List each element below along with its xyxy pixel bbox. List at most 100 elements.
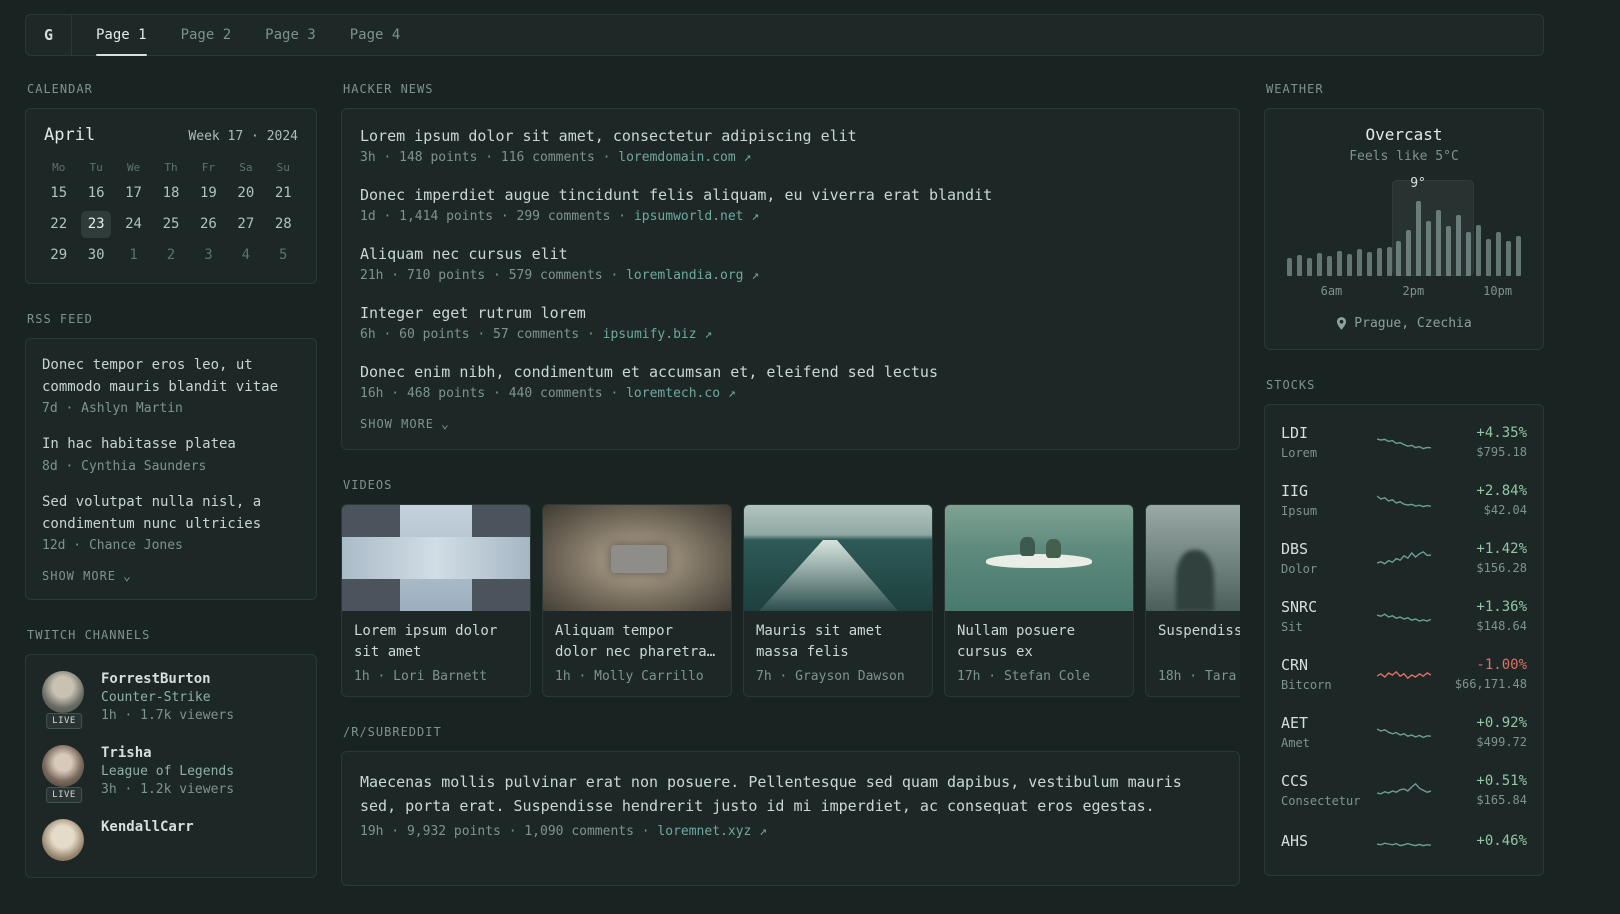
- weather-chart: 9°: [1287, 176, 1521, 276]
- video-thumbnail[interactable]: [945, 505, 1133, 611]
- reddit-post-title[interactable]: Maecenas mollis pulvinar erat non posuer…: [360, 770, 1221, 818]
- twitch-channel[interactable]: LIVE Trisha League of Legends 3h · 1.2k …: [42, 745, 300, 804]
- calendar-date: 28: [274, 216, 292, 232]
- top-bar: G Page 1 Page 2 Page 3 Page 4: [25, 14, 1544, 56]
- calendar-month: April: [44, 125, 96, 145]
- channel-name[interactable]: KendallCarr: [101, 819, 194, 835]
- video-meta: 7h · Grayson Dawson: [756, 669, 905, 684]
- calendar-week-label: Week 17 · 2024: [188, 129, 298, 144]
- video-thumbnail[interactable]: [744, 505, 932, 611]
- stock-symbol: CRN: [1281, 656, 1309, 674]
- stock-values: +0.92% $499.72: [1439, 715, 1527, 749]
- stock-change: -1.00%: [1476, 657, 1527, 673]
- stock-name: Bitcorn: [1281, 678, 1332, 692]
- stock-row[interactable]: DBS Dolor +1.42% $156.28: [1281, 529, 1527, 587]
- channel-name[interactable]: ForrestBurton: [101, 671, 234, 687]
- video-title[interactable]: Nullam posuere cursus ex: [945, 611, 1133, 663]
- hn-item-title[interactable]: Donec imperdiet augue tincidunt felis al…: [360, 186, 1221, 204]
- stock-change: +0.46%: [1476, 833, 1527, 849]
- stock-row[interactable]: IIG Ipsum +2.84% $42.04: [1281, 471, 1527, 529]
- channel-game[interactable]: Counter-Strike: [101, 690, 234, 705]
- stock-sparkline: [1377, 719, 1431, 745]
- rss-card: Donec tempor eros leo, ut commodo mauris…: [25, 338, 317, 601]
- tab-page-3[interactable]: Page 3: [265, 15, 316, 55]
- hn-item-title[interactable]: Lorem ipsum dolor sit amet, consectetur …: [360, 127, 1221, 145]
- video-card[interactable]: Nullam posuere cursus ex 17h · Stefan Co…: [944, 504, 1134, 697]
- video-thumbnail[interactable]: [543, 505, 731, 611]
- hn-item: Aliquam nec cursus elit 21h · 710 points…: [360, 245, 1221, 283]
- calendar-date: 29: [50, 247, 68, 263]
- weather-bar: [1287, 257, 1292, 276]
- twitch-channel[interactable]: LIVE ForrestBurton Counter-Strike 1h · 1…: [42, 671, 300, 730]
- stock-row[interactable]: CRN Bitcorn -1.00% $66,171.48: [1281, 645, 1527, 703]
- stock-name: Consectetur: [1281, 794, 1361, 808]
- stock-name: Dolor: [1281, 562, 1318, 576]
- rss-item-title[interactable]: Donec tempor eros leo, ut commodo mauris…: [42, 355, 300, 398]
- hn-domain-link[interactable]: loremtech.co: [626, 386, 720, 401]
- main-column: HACKER NEWS Lorem ipsum dolor sit amet, …: [341, 82, 1240, 914]
- external-link-icon: ↗: [727, 386, 736, 401]
- twitch-channel[interactable]: KendallCarr: [42, 819, 300, 862]
- calendar-header: April Week 17 · 2024: [40, 125, 302, 145]
- hn-domain-link[interactable]: ipsumify.biz: [603, 327, 697, 342]
- video-title[interactable]: Lorem ipsum dolor sit amet consectetu…: [342, 611, 530, 663]
- hn-domain-link[interactable]: loremlandia.org: [626, 268, 743, 283]
- video-title[interactable]: Mauris sit amet massa felis: [744, 611, 932, 663]
- stock-info: LDI Lorem: [1281, 424, 1369, 460]
- hn-item-meta: 3h · 148 points · 116 comments · loremdo…: [360, 150, 1221, 165]
- hn-show-more-button[interactable]: SHOW MORE ⌄: [360, 417, 450, 431]
- video-row: Lorem ipsum dolor sit amet consectetu… 1…: [341, 504, 1240, 697]
- stock-row[interactable]: LDI Lorem +4.35% $795.18: [1281, 413, 1527, 471]
- weather-section-title: WEATHER: [1266, 82, 1324, 96]
- stock-change: +2.84%: [1476, 483, 1527, 499]
- reddit-domain-link[interactable]: loremnet.xyz: [657, 824, 751, 839]
- stock-row[interactable]: AET Amet +0.92% $499.72: [1281, 703, 1527, 761]
- hn-domain-link[interactable]: ipsumworld.net: [634, 209, 744, 224]
- weekday-label: Fr: [201, 161, 216, 174]
- stock-info: SNRC Sit: [1281, 598, 1369, 634]
- stock-name: Ipsum: [1281, 504, 1318, 518]
- hn-item-title[interactable]: Integer eget rutrum lorem: [360, 304, 1221, 322]
- video-card[interactable]: Aliquam tempor dolor nec pharetra… 1h · …: [542, 504, 732, 697]
- channel-info: ForrestBurton Counter-Strike 1h · 1.7k v…: [101, 671, 234, 723]
- stock-values: +1.42% $156.28: [1439, 541, 1527, 575]
- video-card[interactable]: Suspendisse diam 18h · Tara: [1145, 504, 1240, 697]
- time-label: 6am: [1320, 284, 1343, 298]
- channel-name[interactable]: Trisha: [101, 745, 234, 761]
- rss-item-title[interactable]: Sed volutpat nulla nisl, a condimentum n…: [42, 492, 300, 535]
- hn-item-title[interactable]: Aliquam nec cursus elit: [360, 245, 1221, 263]
- time-label: 2pm: [1402, 284, 1425, 298]
- rss-item-title[interactable]: In hac habitasse platea: [42, 434, 300, 456]
- stock-row[interactable]: SNRC Sit +1.36% $148.64: [1281, 587, 1527, 645]
- show-more-label: SHOW MORE: [42, 569, 117, 584]
- stock-row[interactable]: CCS Consectetur +0.51% $165.84: [1281, 761, 1527, 819]
- tab-page-2[interactable]: Page 2: [181, 15, 232, 55]
- rss-show-more-button[interactable]: SHOW MORE ⌄: [42, 569, 132, 583]
- video-card[interactable]: Mauris sit amet massa felis 7h · Grayson…: [743, 504, 933, 697]
- calendar-date: 4: [241, 247, 251, 263]
- video-title[interactable]: Suspendisse diam: [1146, 611, 1240, 663]
- hackernews-card: Lorem ipsum dolor sit amet, consectetur …: [341, 108, 1240, 450]
- hn-domain-link[interactable]: loremdomain.com: [618, 150, 735, 165]
- stock-price: $42.04: [1483, 503, 1527, 517]
- stock-values: +1.36% $148.64: [1439, 599, 1527, 633]
- video-card[interactable]: Lorem ipsum dolor sit amet consectetu… 1…: [341, 504, 531, 697]
- calendar-date: 22: [50, 216, 68, 232]
- weather-bar: [1496, 231, 1502, 276]
- channel-meta: 3h · 1.2k viewers: [101, 782, 235, 798]
- stock-row[interactable]: AHS +0.46%: [1281, 819, 1527, 867]
- weekday-label: Sa: [239, 161, 253, 174]
- video-thumbnail[interactable]: [1146, 505, 1240, 611]
- channel-game[interactable]: League of Legends: [101, 764, 234, 779]
- video-title[interactable]: Aliquam tempor dolor nec pharetra…: [543, 611, 731, 663]
- calendar-weekday-row: Mo Tu We Th Fr Sa Su: [40, 161, 302, 174]
- stock-change: +1.36%: [1476, 599, 1527, 615]
- tab-page-1[interactable]: Page 1: [96, 15, 147, 56]
- stock-values: +0.46%: [1439, 833, 1527, 853]
- left-column: CALENDAR April Week 17 · 2024 Mo Tu We T…: [25, 82, 317, 906]
- tab-page-4[interactable]: Page 4: [350, 15, 401, 55]
- rss-item-meta: 8d · Cynthia Saunders: [42, 459, 207, 475]
- video-thumbnail[interactable]: [342, 505, 530, 611]
- hn-item-title[interactable]: Donec enim nibh, condimentum et accumsan…: [360, 363, 1221, 381]
- weekday-label: We: [126, 161, 141, 174]
